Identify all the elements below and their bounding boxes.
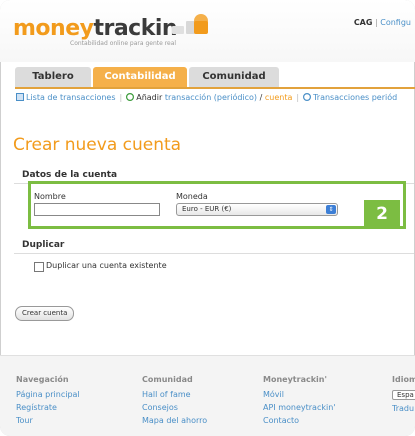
subnav-separator: | (119, 93, 123, 102)
app-window: moneytrackin Contabilidad online para ge… (0, 0, 415, 436)
subnav-periodic-link[interactable]: Transacciones periód (313, 93, 397, 102)
tabbar-divider (15, 87, 415, 89)
footer-heading: Idiom (392, 375, 415, 384)
subnav: Lista de transacciones | Añadir transacció… (16, 93, 397, 102)
footer-heading: Moneytrackin' (263, 375, 327, 384)
footer-heading: Comunidad (142, 375, 193, 384)
config-link[interactable]: Configu (380, 18, 411, 27)
duplicate-legend: Duplicar (22, 240, 65, 250)
tab-tablero[interactable]: Tablero (15, 67, 91, 87)
subnav-add-prefix: Añadir (136, 93, 163, 102)
user-links: CAG | Configu (354, 18, 411, 27)
footer-col-moneytrackin: Moneytrackin' Móvil API moneytrackin' Co… (263, 375, 335, 429)
subnav-transactions-link[interactable]: Lista de transacciones (26, 93, 116, 102)
currency-value: Euro - EUR (€) (182, 205, 232, 213)
periodic-icon (303, 93, 312, 101)
create-account-button[interactable]: Crear cuenta (15, 306, 75, 321)
currency-label: Moneda (176, 192, 208, 201)
footer-col-navigation: Navegación Página principal Regístrate T… (16, 375, 80, 429)
subnav-add-account-link[interactable]: cuenta (265, 93, 293, 102)
footer-heading: Navegación (16, 375, 69, 384)
footer-link[interactable]: Mapa del ahorro (142, 416, 207, 425)
subnav-separator-2: | (296, 93, 300, 102)
duplicate-checkbox[interactable] (34, 262, 44, 272)
currency-select[interactable]: Euro - EUR (€) ⇕ (176, 203, 338, 216)
footer-link[interactable]: Móvil (263, 390, 335, 399)
subnav-add-transaction-link[interactable]: transacción (periódico) (165, 93, 257, 102)
footer-link[interactable]: Tradu (392, 404, 415, 413)
footer-link[interactable]: Contacto (263, 416, 335, 425)
tab-comunidad[interactable]: Comunidad (189, 67, 279, 87)
add-icon (126, 93, 135, 101)
user-links-separator: | (375, 18, 378, 27)
name-input[interactable] (34, 203, 160, 216)
logo-trackin-text: trackin (93, 16, 178, 41)
select-arrows-icon: ⇕ (326, 205, 336, 214)
footer-col-language: Idiom Espa Tradu (392, 375, 415, 417)
duplicate-checkbox-label[interactable]: Duplicar una cuenta existente (46, 261, 167, 270)
logo-money-text: money (13, 16, 94, 41)
footer-col-community: Comunidad Hall of fame Consejos Mapa del… (142, 375, 207, 429)
footer-link[interactable]: Regístrate (16, 403, 80, 412)
subnav-slash: / (259, 93, 263, 102)
name-label: Nombre (34, 192, 66, 201)
coins-logo-icon (172, 14, 208, 34)
logo[interactable]: moneytrackin (13, 16, 178, 41)
tab-contabilidad[interactable]: Contabilidad (93, 67, 187, 87)
footer: Navegación Página principal Regístrate T… (0, 355, 415, 436)
account-data-legend: Datos de la cuenta (22, 170, 118, 180)
step-badge: 2 (364, 200, 400, 229)
list-icon (16, 93, 24, 101)
header: moneytrackin Contabilidad online para ge… (0, 0, 415, 62)
language-select[interactable]: Espa (392, 390, 415, 400)
footer-link[interactable]: Tour (16, 416, 80, 425)
footer-link[interactable]: Consejos (142, 403, 207, 412)
footer-link[interactable]: API moneytrackin' (263, 403, 335, 412)
page-title: Crear nueva cuenta (13, 135, 182, 155)
duplicate-divider (14, 253, 414, 254)
footer-link[interactable]: Página principal (16, 390, 80, 399)
footer-link[interactable]: Hall of fame (142, 390, 207, 399)
tagline: Contabilidad online para gente real (70, 40, 177, 47)
username-link[interactable]: CAG (354, 18, 373, 27)
